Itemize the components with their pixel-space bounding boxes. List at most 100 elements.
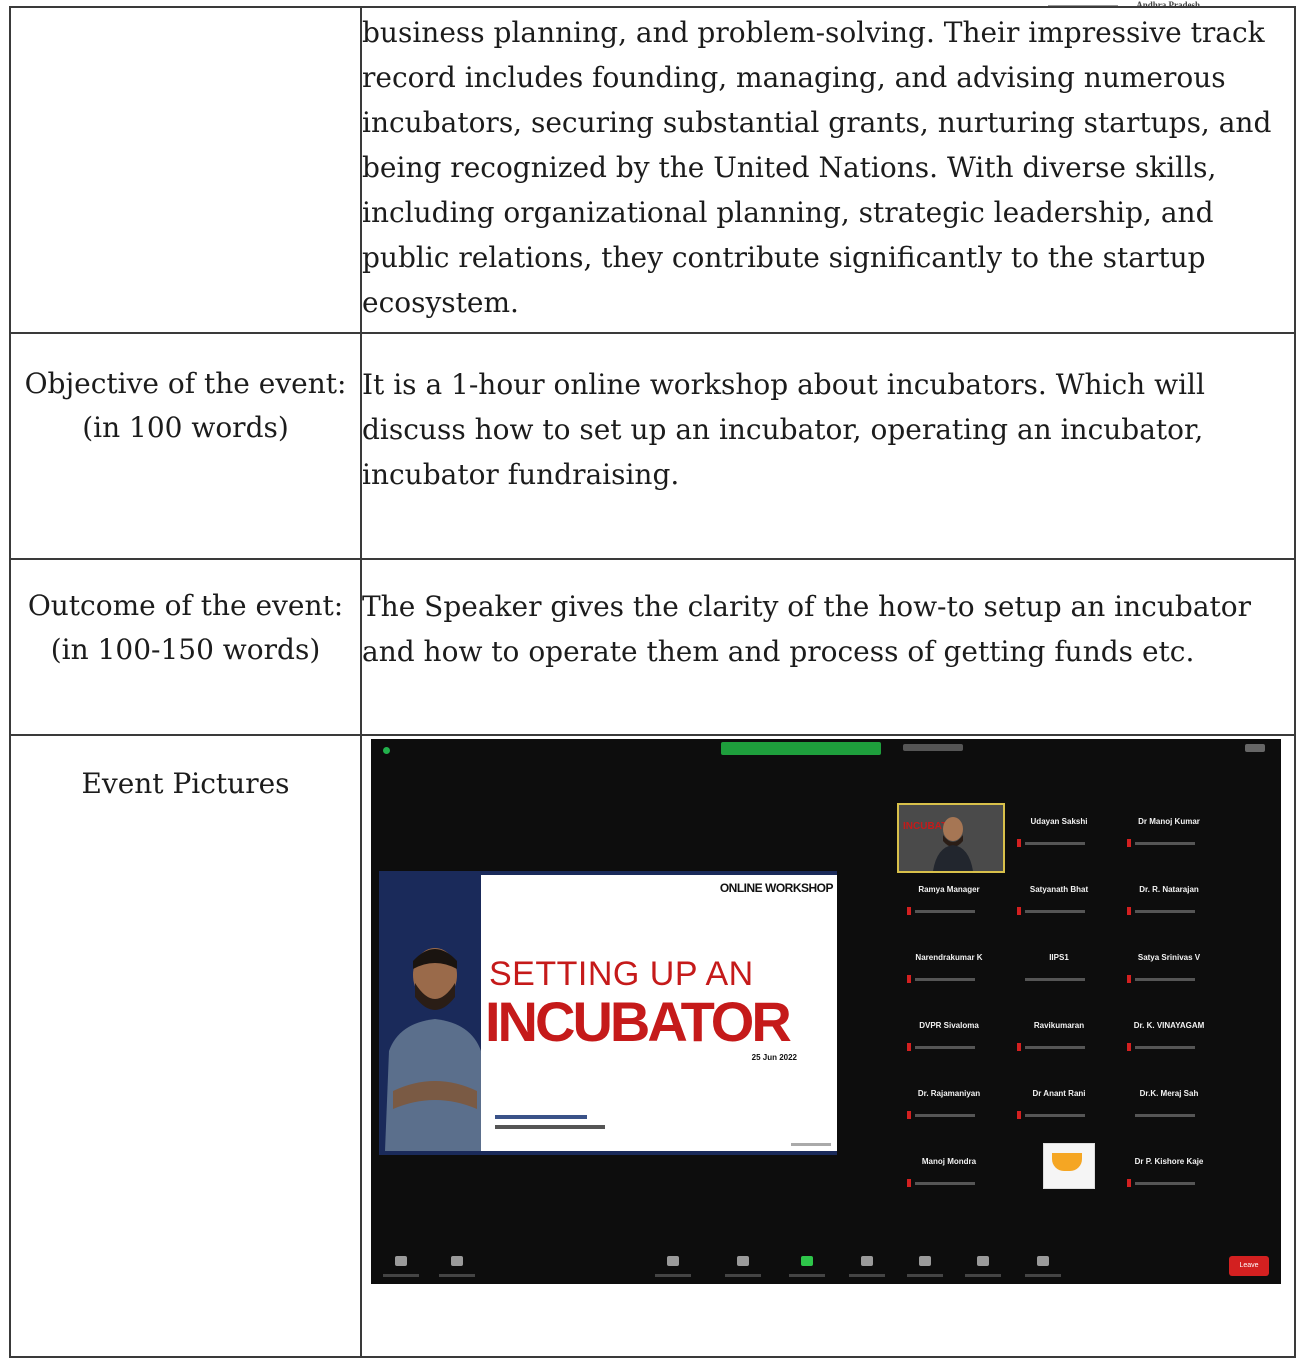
mic-muted-icon: [1017, 1111, 1021, 1119]
participant-tile: Dr Anant Rani: [1007, 1075, 1111, 1135]
logo-mark: [1052, 1153, 1082, 1171]
captions-icon: [919, 1256, 931, 1266]
slide-credit-bar: [495, 1125, 605, 1129]
participant-tile: Ramya Manager: [897, 871, 1001, 931]
participant-name: Dr.K. Meraj Sah: [1139, 1089, 1199, 1098]
security-icon: [383, 747, 390, 754]
mic-muted-icon: [1017, 907, 1021, 915]
toolbar-label: [725, 1274, 761, 1277]
speaker-video-icon: [933, 817, 973, 871]
participant-tile: Dr. R. Natarajan: [1117, 871, 1221, 931]
participant-subname: [1135, 1114, 1195, 1117]
event-pictures-cell: ONLINE WORKSHOP SETTING UP AN INCUBATOR …: [360, 734, 1296, 1358]
participant-name: Dr. Rajamaniyan: [917, 1089, 981, 1098]
outcome-label-line2: (in 100-150 words): [50, 633, 321, 666]
participant-name: IIPS1: [1049, 953, 1069, 962]
participant-subname: [1135, 1046, 1195, 1049]
participant-tile: Dr Manoj Kumar: [1117, 803, 1221, 863]
objective-label: Objective of the event: (in 100 words): [9, 332, 362, 560]
outcome-label-line1: Outcome of the event:: [27, 589, 344, 622]
participant-subname: [1135, 1182, 1195, 1185]
speaker-video-tile: INCUBATOR: [897, 803, 1005, 873]
participant-tile: Ravikumaran: [1007, 1007, 1111, 1067]
slide-content: ONLINE WORKSHOP SETTING UP AN INCUBATOR …: [481, 875, 837, 1151]
participant-tile: Satyanath Bhat: [1007, 871, 1111, 931]
zoom-meeting-screenshot: ONLINE WORKSHOP SETTING UP AN INCUBATOR …: [371, 739, 1281, 1284]
toolbar-label: [907, 1274, 943, 1277]
participant-subname: [1025, 842, 1085, 845]
objective-label-line2: (in 100 words): [82, 411, 289, 444]
participant-tile: Dr. Rajamaniyan: [897, 1075, 1001, 1135]
participant-subname: [915, 1046, 975, 1049]
table-row: Event Pictures ONLINE WORKSHOP SETTING U…: [9, 734, 1296, 1358]
shared-slide: ONLINE WORKSHOP SETTING UP AN INCUBATOR …: [379, 871, 837, 1155]
participant-name: Udayan Sakshi: [1030, 817, 1088, 826]
participant-name: Dr. K. VINAYAGAM: [1133, 1021, 1205, 1030]
event-report-table: business planning, and problem-solving. …: [9, 6, 1296, 1358]
mic-muted-icon: [1127, 839, 1131, 847]
mic-muted-icon: [1127, 1179, 1131, 1187]
table-row: business planning, and problem-solving. …: [9, 6, 1296, 334]
mic-muted-icon: [1127, 975, 1131, 983]
participant-tile: Narendrakumar K: [897, 939, 1001, 999]
toolbar-label: [383, 1274, 419, 1277]
toolbar-label: [1025, 1274, 1061, 1277]
participant-tile: Dr.K. Meraj Sah: [1117, 1075, 1221, 1135]
participant-name: Dr P. Kishore Kaje: [1134, 1157, 1204, 1166]
participant-tile: Satya Srinivas V: [1117, 939, 1221, 999]
mic-muted-icon: [1127, 1043, 1131, 1051]
slide-title-line2: INCUBATOR: [485, 990, 792, 1053]
empty-label-cell: [9, 6, 362, 334]
whiteboard-icon: [1037, 1256, 1049, 1266]
leave-button: Leave: [1229, 1256, 1269, 1276]
mic-muted-icon: [1127, 907, 1131, 915]
participants-icon: [667, 1256, 679, 1266]
event-pictures-label: Event Pictures: [9, 734, 362, 1358]
participant-tile: Dr. K. VINAYAGAM: [1117, 1007, 1221, 1067]
mic-muted-icon: [907, 1043, 911, 1051]
zoom-top-bar: [371, 739, 1281, 761]
participant-tile: Udayan Sakshi: [1007, 803, 1111, 863]
participant-name: Satya Srinivas V: [1137, 953, 1201, 962]
toolbar-label: [849, 1274, 885, 1277]
participant-name: Narendrakumar K: [915, 953, 983, 962]
toolbar-label: [789, 1274, 825, 1277]
participant-name: DVPR Sivaloma: [919, 1021, 979, 1030]
record-icon: [861, 1256, 873, 1266]
mic-muted-icon: [907, 975, 911, 983]
objective-label-line1: Objective of the event:: [24, 367, 347, 400]
event-pictures-label-text: Event Pictures: [81, 767, 290, 800]
mic-muted-icon: [1017, 1043, 1021, 1051]
participant-name: Ramya Manager: [918, 885, 980, 894]
mic-muted-icon: [907, 907, 911, 915]
speaker-bio-text: business planning, and problem-solving. …: [360, 6, 1296, 334]
participant-subname: [1025, 910, 1085, 913]
outcome-label: Outcome of the event: (in 100-150 words): [9, 558, 362, 736]
mic-muted-icon: [1017, 839, 1021, 847]
slide-credit-bar: [791, 1143, 831, 1146]
participant-tile: DVPR Sivaloma: [897, 1007, 1001, 1067]
mic-muted-icon: [907, 1179, 911, 1187]
reactions-icon: [977, 1256, 989, 1266]
slide-date: 25 Jun 2022: [751, 1053, 797, 1062]
slide-credit-bar: [495, 1115, 587, 1119]
participant-name: Dr Manoj Kumar: [1138, 817, 1200, 826]
view-options: [903, 744, 963, 751]
participant-subname: [915, 978, 975, 981]
participant-tile: Manoj Mondra: [897, 1143, 1001, 1203]
microphone-icon: [395, 1256, 407, 1266]
toolbar-label: [965, 1274, 1001, 1277]
sharing-banner: [721, 742, 881, 755]
toolbar-label: [439, 1274, 475, 1277]
participant-tile: Dr P. Kishore Kaje: [1117, 1143, 1221, 1203]
participant-subname: [1025, 1046, 1085, 1049]
view-icon: [1245, 744, 1265, 752]
table-row: Objective of the event: (in 100 words) I…: [9, 332, 1296, 560]
chat-icon: [737, 1256, 749, 1266]
table-row: Outcome of the event: (in 100-150 words)…: [9, 558, 1296, 736]
video-camera-icon: [451, 1256, 463, 1266]
participant-subname: [1025, 978, 1085, 981]
presenter-photo: [385, 948, 485, 1151]
participant-name: Satyanath Bhat: [1029, 885, 1089, 894]
participant-subname: [1135, 842, 1195, 845]
